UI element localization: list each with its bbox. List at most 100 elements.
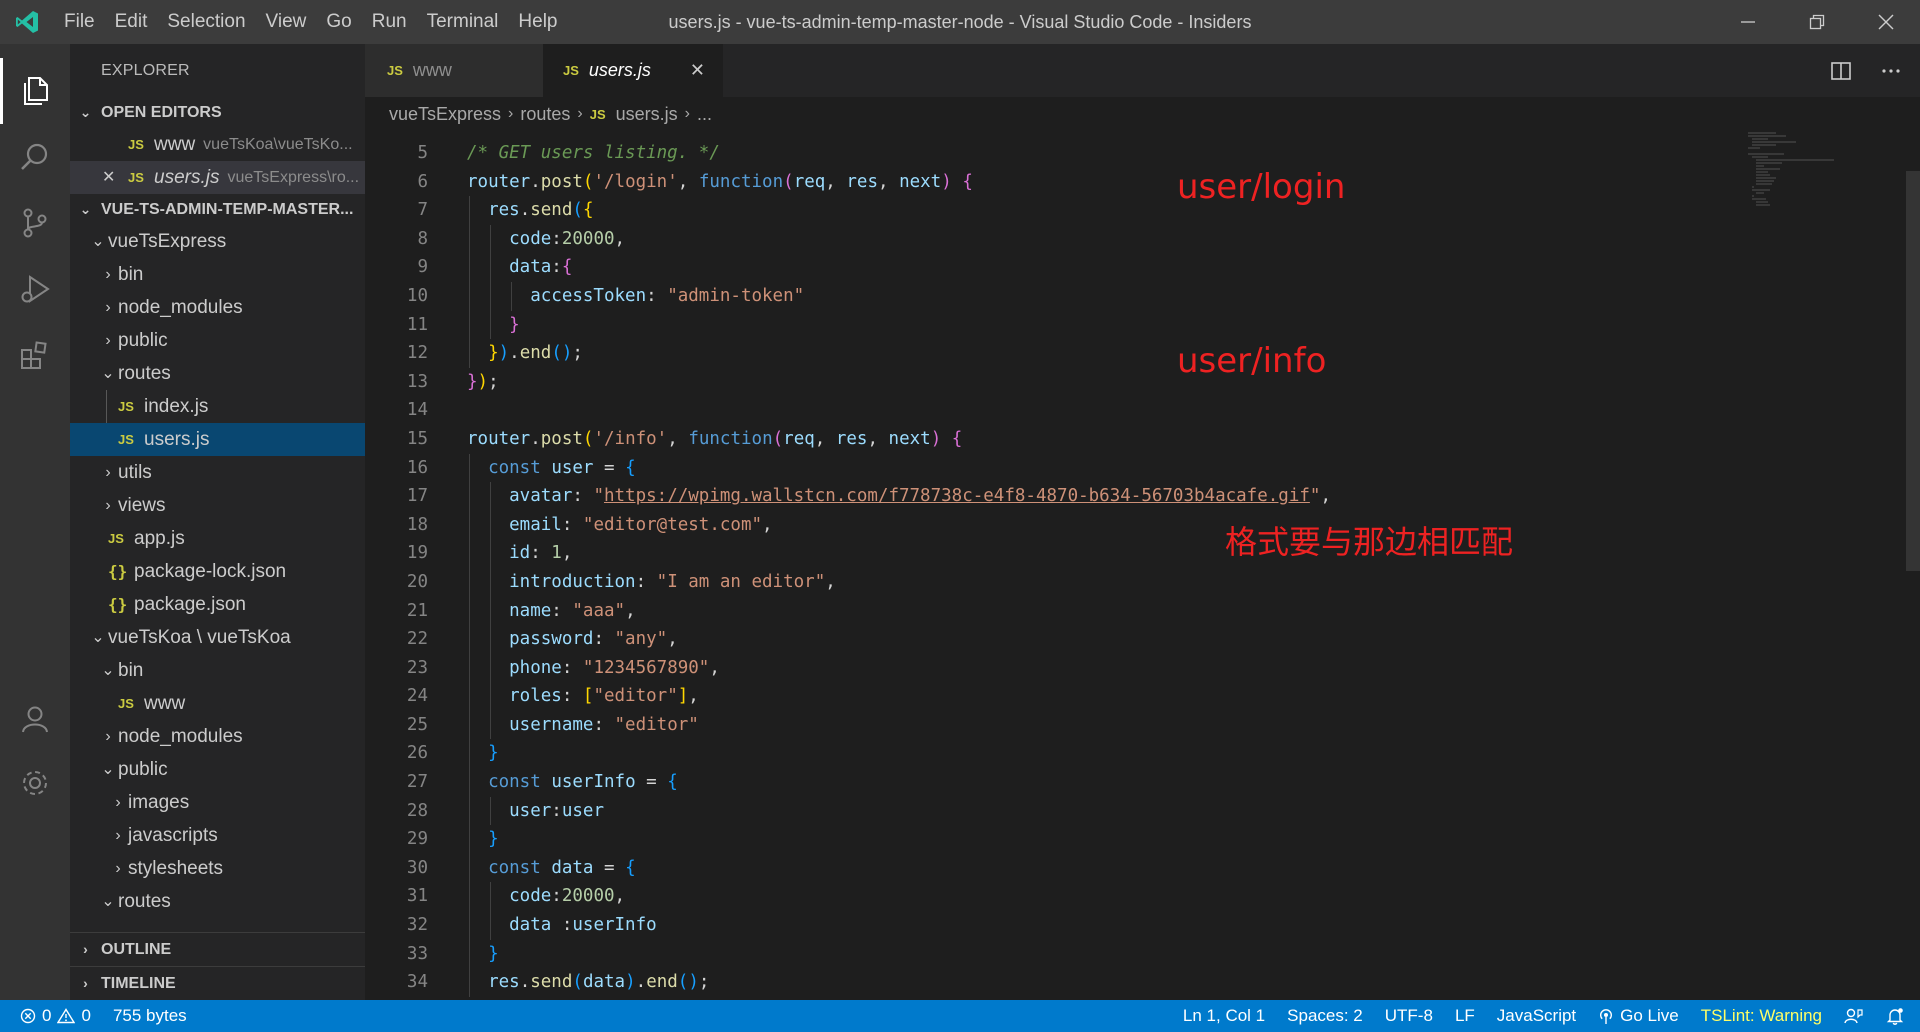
tree-folder[interactable]: › javascripts — [70, 819, 365, 852]
bell-icon — [1886, 1008, 1904, 1025]
manage-button[interactable] — [0, 750, 70, 816]
tree-folder[interactable]: ⌄ routes — [70, 885, 365, 918]
breadcrumb-item[interactable]: routes — [520, 104, 570, 125]
code-token: "I am an editor" — [656, 571, 826, 592]
workspace-header[interactable]: ⌄ VUE-TS-ADMIN-TEMP-MASTER... — [70, 194, 365, 225]
tree-folder[interactable]: › stylesheets — [70, 852, 365, 885]
tree-file[interactable]: JS www — [70, 687, 365, 720]
folder-label: routes — [118, 891, 171, 912]
language-mode[interactable]: JavaScript — [1486, 1000, 1587, 1032]
js-file-icon: JS — [563, 63, 579, 78]
tab-users-js[interactable]: JS users.js ✕ — [543, 44, 723, 97]
tree-folder[interactable]: › public — [70, 324, 365, 357]
tab-label: www — [412, 60, 452, 80]
encoding[interactable]: UTF-8 — [1374, 1000, 1444, 1032]
code-token: user — [561, 800, 604, 821]
restore-button[interactable] — [1782, 0, 1851, 44]
files-icon — [24, 77, 48, 105]
vertical-scrollbar[interactable] — [1906, 131, 1920, 1000]
menu-view[interactable]: View — [256, 0, 317, 44]
minimap[interactable] — [1746, 131, 1836, 211]
end-of-line[interactable]: LF — [1444, 1000, 1486, 1032]
code-text: code:20000, — [467, 882, 625, 911]
tree-file[interactable]: {} package.json — [70, 588, 365, 621]
code-editor[interactable]: 5/* GET users listing. */6 router.post('/… — [365, 131, 1920, 1000]
code-token: , — [614, 886, 626, 907]
search-button[interactable] — [0, 124, 70, 190]
more-actions-icon[interactable] — [1880, 60, 1902, 82]
tree-folder[interactable]: › views — [70, 489, 365, 522]
breadcrumb-item[interactable]: ... — [697, 104, 712, 125]
extensions-button[interactable] — [0, 322, 70, 388]
indentation[interactable]: Spaces: 2 — [1276, 1000, 1374, 1032]
tree-folder[interactable]: › node_modules — [70, 720, 365, 753]
tree-folder[interactable]: › utils — [70, 456, 365, 489]
explorer-title: EXPLORER — [101, 62, 190, 79]
tree-file[interactable]: JS app.js — [70, 522, 365, 555]
tree-file[interactable]: JS index.js — [70, 390, 365, 423]
menu-edit[interactable]: Edit — [105, 0, 158, 44]
accounts-button[interactable] — [0, 686, 70, 752]
chevron-down-icon: ⌄ — [79, 104, 92, 120]
code-token: "admin-token" — [667, 285, 805, 306]
code-token: " — [593, 486, 604, 507]
minimize-button[interactable] — [1713, 0, 1782, 44]
tree-folder[interactable]: ⌄ routes — [70, 357, 365, 390]
tab-www[interactable]: JS www — [365, 44, 543, 97]
timeline-header[interactable]: › TIMELINE — [70, 966, 365, 1000]
code-text: email: "editor@test.com", — [467, 511, 772, 540]
tree-folder[interactable]: ⌄ bin — [70, 654, 365, 687]
tree-folder[interactable]: ⌄ vueTsExpress — [70, 225, 365, 258]
code-token: https://wpimg.wallstcn.com/f778738c-e4f8… — [603, 486, 1310, 507]
chevron-right-icon: › — [684, 105, 690, 122]
code-text: const userInfo = { — [467, 768, 678, 797]
tree-file[interactable]: {} package-lock.json — [70, 555, 365, 588]
source-control-button[interactable] — [0, 190, 70, 256]
cursor-position[interactable]: Ln 1, Col 1 — [1172, 1000, 1276, 1032]
menu-help[interactable]: Help — [508, 0, 567, 44]
explorer-button[interactable] — [0, 58, 70, 124]
code-token: , — [561, 543, 573, 564]
tslint-status[interactable]: TSLint: Warning — [1690, 1000, 1833, 1032]
split-editor-icon[interactable] — [1830, 60, 1852, 82]
outline-header[interactable]: › OUTLINE — [70, 932, 365, 966]
open-editors-header[interactable]: ⌄ OPEN EDITORS — [70, 97, 365, 128]
code-token: : — [551, 228, 562, 249]
close-icon[interactable]: ✕ — [102, 161, 128, 194]
code-text: res.send(data).end(); — [467, 968, 709, 997]
go-live-button[interactable]: Go Live — [1587, 1000, 1690, 1032]
run-debug-button[interactable] — [0, 256, 70, 322]
tree-file-selected[interactable]: JS users.js — [70, 423, 365, 456]
code-token: 1 — [551, 543, 562, 564]
breadcrumb-item[interactable]: users.js — [616, 104, 678, 125]
notifications-button[interactable] — [1875, 1007, 1920, 1025]
code-token: } — [509, 314, 520, 335]
feedback-button[interactable] — [1833, 1007, 1875, 1025]
breadcrumb-item[interactable]: vueTsExpress — [389, 104, 501, 125]
tree-folder[interactable]: ⌄ vueTsKoa \ vueTsKoa — [70, 621, 365, 654]
menu-selection[interactable]: Selection — [157, 0, 255, 44]
tree-folder[interactable]: › images — [70, 786, 365, 819]
close-window-button[interactable] — [1851, 0, 1920, 44]
code-token: router — [467, 428, 531, 449]
code-token: userInfo — [551, 772, 636, 793]
tab-close-icon[interactable]: ✕ — [690, 60, 705, 81]
chevron-right-icon: › — [105, 497, 111, 514]
menu-terminal[interactable]: Terminal — [417, 0, 509, 44]
open-editor-users-js[interactable]: ✕ JS users.js vueTsExpress\ro... — [70, 161, 365, 194]
tree-folder[interactable]: › bin — [70, 258, 365, 291]
code-token: } — [488, 343, 499, 364]
line-number: 28 — [406, 800, 428, 821]
tree-folder[interactable]: ⌄ public — [70, 753, 365, 786]
error-count: 0 — [42, 1006, 52, 1025]
js-file-icon: JS — [128, 137, 144, 152]
menu-file[interactable]: File — [54, 0, 105, 44]
tree-folder[interactable]: › node_modules — [70, 291, 365, 324]
open-editor-www[interactable]: JS www vueTsKoa\vueTsKo... — [70, 128, 365, 161]
problems-status[interactable]: 0 0 — [0, 1000, 102, 1032]
tab-label: users.js — [588, 60, 651, 80]
menu-run[interactable]: Run — [362, 0, 417, 44]
menu-go[interactable]: Go — [316, 0, 361, 44]
scrollbar-thumb[interactable] — [1906, 171, 1920, 571]
